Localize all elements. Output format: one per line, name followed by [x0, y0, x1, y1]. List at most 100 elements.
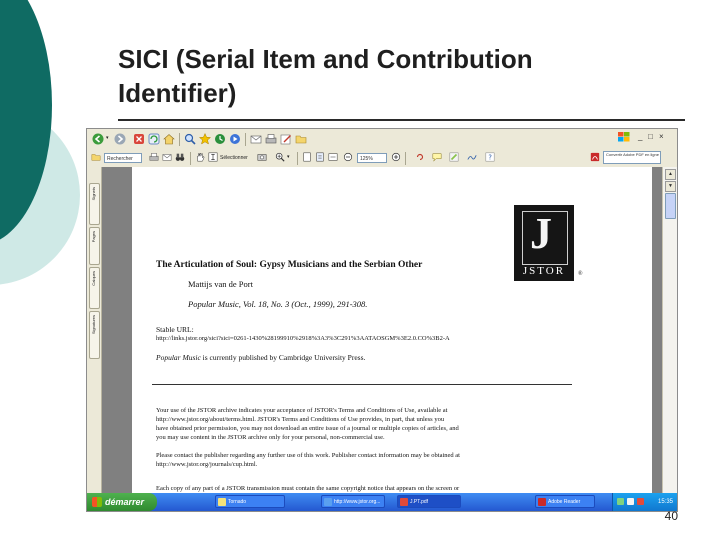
reader-window-screenshot: ▾ _ □ × Rechercher Sélectionner ▾ 125% ?… — [86, 128, 678, 512]
taskbar-window-1[interactable]: Tornado — [215, 495, 285, 508]
hand-tool-icon[interactable] — [195, 152, 205, 162]
sidebar-tab-layers[interactable]: Calques — [89, 267, 100, 309]
adobe-reader-icon — [538, 498, 546, 506]
toolbar-separator — [190, 152, 191, 165]
binoculars-icon[interactable] — [175, 152, 185, 162]
publisher-line: Popular Music is currently published by … — [156, 353, 365, 362]
pdf-file-icon — [400, 498, 408, 506]
back-icon[interactable] — [92, 133, 104, 145]
fit-page-icon[interactable] — [315, 152, 325, 162]
open-file-icon[interactable] — [91, 152, 101, 162]
navigation-panel: Signets Pages Calques Signatures — [87, 167, 102, 493]
zoom-plus-icon[interactable] — [391, 152, 401, 162]
print-icon[interactable] — [149, 152, 159, 162]
comment-icon[interactable] — [432, 152, 442, 162]
sidebar-tab-pages[interactable]: Pages — [89, 227, 100, 265]
favorites-star-icon[interactable] — [199, 133, 211, 145]
copyright-line-cutoff: Each copy of any part of a JSTOR transmi… — [156, 485, 460, 492]
chevron-down-icon[interactable]: ▾ — [287, 154, 290, 160]
minimize-icon[interactable]: _ — [638, 132, 642, 141]
jstor-logo: J JSTOR — [514, 205, 574, 281]
shield-icon[interactable] — [637, 498, 644, 505]
volume-icon[interactable] — [627, 498, 634, 505]
media-icon[interactable] — [229, 133, 241, 145]
stable-url-link[interactable]: http://links.jstor.org/sici?sici=0261-14… — [156, 335, 450, 342]
start-label: démarrer — [105, 497, 145, 507]
address-input[interactable]: Rechercher — [104, 153, 142, 163]
browser-icon — [324, 498, 332, 506]
maximize-icon[interactable]: □ — [648, 132, 653, 141]
folder-icon[interactable] — [295, 133, 307, 145]
email-icon[interactable] — [162, 152, 172, 162]
terms-line-4: you may use content in the JSTOR archive… — [156, 434, 385, 441]
svg-text:?: ? — [488, 154, 492, 162]
fit-width-icon[interactable] — [328, 152, 338, 162]
taskbar-window-3[interactable]: J.PT.pdf — [397, 495, 461, 508]
history-icon[interactable] — [214, 133, 226, 145]
slide-title-line-2: Identifier) — [118, 78, 237, 108]
toolbar-separator — [245, 133, 246, 146]
zoom-select[interactable]: 125% — [357, 153, 387, 163]
title-underline — [118, 119, 685, 121]
zoom-out-icon[interactable] — [343, 152, 353, 162]
close-icon[interactable]: × — [659, 132, 664, 141]
article-author: Mattijs van de Port — [188, 279, 253, 289]
select-text-icon[interactable] — [208, 152, 218, 162]
publisher-text: is currently published by Cambridge Univ… — [200, 353, 366, 362]
start-button[interactable]: démarrer — [87, 493, 157, 511]
stop-icon[interactable] — [133, 133, 145, 145]
forward-icon[interactable] — [114, 133, 126, 145]
select-tool-label[interactable]: Sélectionner — [220, 155, 248, 161]
taskbar-window-4[interactable]: Adobe Reader — [535, 495, 595, 508]
article-title: The Articulation of Soul: Gypsy Musician… — [156, 260, 423, 270]
terms-line-3: have obtained prior permission, you may … — [156, 425, 459, 432]
toolbar-separator — [297, 152, 298, 165]
refresh-icon[interactable] — [148, 133, 160, 145]
home-icon[interactable] — [163, 133, 175, 145]
vertical-scrollbar[interactable]: ▲ ▼ — [662, 167, 677, 493]
adobe-convert-button[interactable]: Convertir Adobe PDF en ligne — [603, 151, 661, 164]
terms-line-1: Your use of the JSTOR archive indicates … — [156, 407, 448, 414]
publisher-journal: Popular Music — [156, 353, 201, 362]
scroll-down-icon[interactable]: ▼ — [665, 181, 676, 192]
slide-page-number: 40 — [664, 509, 678, 523]
article-citation: Popular Music, Vol. 18, No. 3 (Oct., 199… — [188, 299, 368, 309]
scroll-thumb[interactable] — [665, 193, 676, 219]
highlight-icon[interactable] — [449, 152, 459, 162]
search-icon[interactable] — [184, 133, 196, 145]
contact-line-2: http://www.jstor.org/journals/cup.html. — [156, 461, 258, 468]
slide-title-line-1: SICI (Serial Item and Contribution — [118, 44, 533, 74]
logo-wordmark: JSTOR — [522, 265, 566, 277]
toolbar-separator — [405, 152, 406, 165]
sidebar-tab-signatures[interactable]: Signatures — [89, 311, 100, 359]
network-icon[interactable] — [617, 498, 624, 505]
mail-icon[interactable] — [250, 133, 262, 145]
document-divider — [152, 384, 572, 385]
reader-toolbar: Rechercher Sélectionner ▾ 125% ? Convert… — [87, 149, 677, 168]
stable-url-label: Stable URL: — [156, 325, 194, 334]
registered-mark: ® — [578, 271, 583, 277]
sign-icon[interactable] — [467, 152, 477, 162]
rotate-icon[interactable] — [415, 152, 425, 162]
page-icon[interactable] — [302, 152, 312, 162]
document-viewport[interactable]: J JSTOR ® The Articulation of Soul: Gyps… — [102, 167, 662, 493]
window-icon — [218, 498, 226, 506]
scroll-up-icon[interactable]: ▲ — [665, 169, 676, 180]
windows-taskbar: démarrer Tornado http://www.jstor.org...… — [87, 493, 677, 511]
logo-letter: J — [530, 209, 552, 258]
toolbar-separator — [179, 133, 180, 146]
taskbar-window-2[interactable]: http://www.jstor.org... — [321, 495, 385, 508]
chevron-down-icon[interactable]: ▾ — [106, 135, 109, 141]
edit-icon[interactable] — [280, 133, 292, 145]
adobe-pdf-icon — [590, 152, 600, 162]
main-toolbar: ▾ _ □ × — [87, 129, 677, 150]
sidebar-tab-bookmarks[interactable]: Signets — [89, 183, 100, 225]
help-icon[interactable]: ? — [485, 152, 495, 162]
print-icon[interactable] — [265, 133, 277, 145]
windows-logo-icon — [618, 132, 630, 142]
snapshot-icon[interactable] — [257, 152, 267, 162]
zoom-in-icon[interactable] — [275, 152, 285, 162]
windows-flag-icon — [92, 497, 102, 507]
pdf-page: J JSTOR ® The Articulation of Soul: Gyps… — [132, 167, 652, 493]
terms-line-2: http://www.jstor.org/about/terms.html. J… — [156, 416, 445, 423]
